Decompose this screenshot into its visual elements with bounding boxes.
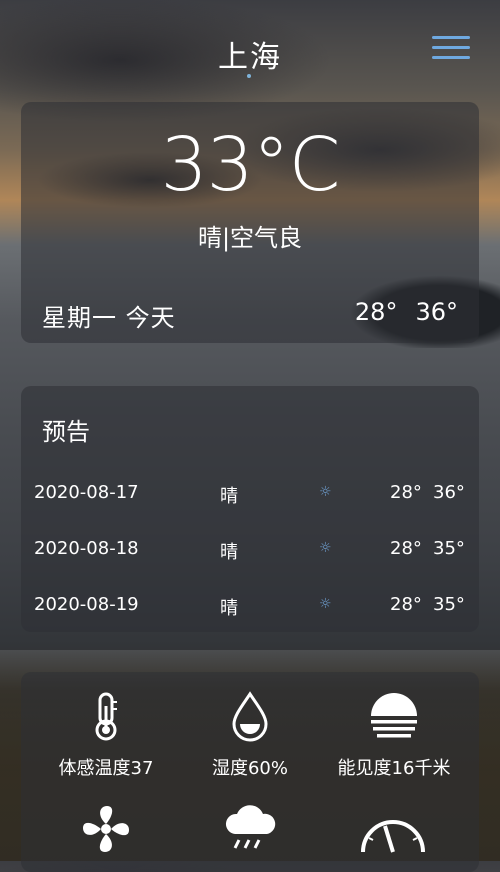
menu-icon: [432, 36, 470, 39]
forecast-weather: 晴: [220, 486, 238, 507]
low-temp: 28°: [354, 298, 398, 326]
high-temp: 36°: [415, 298, 458, 326]
gauge-icon: [361, 820, 425, 853]
forecast-date: 2020-08-18: [34, 538, 139, 559]
humidity-item: 湿度60%: [177, 690, 323, 780]
forecast-high: 36°: [433, 482, 465, 503]
sun-icon: ☼: [319, 540, 332, 556]
forecast-low: 28°: [390, 482, 422, 503]
feels-like-label: 体感温度37: [58, 758, 154, 779]
current-temperature: 33°C: [160, 122, 341, 208]
forecast-low: 28°: [390, 538, 422, 559]
fan-icon: [83, 806, 129, 852]
forecast-high: 35°: [433, 538, 465, 559]
thermometer-icon: [95, 692, 117, 741]
forecast-row[interactable]: 2020-08-19 晴 ☼ 28° 35°: [21, 594, 479, 624]
rain-cloud-icon: [225, 805, 276, 849]
water-drop-icon: [232, 691, 268, 742]
day-label: 星期一 今天: [42, 304, 176, 332]
forecast-weather: 晴: [220, 542, 238, 563]
temperature-range: 28° 36°: [337, 298, 458, 326]
sun-icon: ☼: [319, 484, 332, 500]
details-card: 体感温度37 湿度60% 能见度16千米: [21, 672, 479, 872]
forecast-date: 2020-08-19: [34, 594, 139, 615]
city-title: 上海: [218, 40, 282, 75]
visibility-label: 能见度16千米: [337, 758, 451, 779]
menu-button[interactable]: [432, 36, 470, 62]
forecast-date: 2020-08-17: [34, 482, 139, 503]
forecast-card: 预告 2020-08-17 晴 ☼ 28° 36° 2020-08-18 晴 ☼…: [21, 386, 479, 632]
forecast-high: 35°: [433, 594, 465, 615]
forecast-title: 预告: [42, 418, 90, 446]
fog-sun-icon: [371, 693, 417, 738]
forecast-row[interactable]: 2020-08-17 晴 ☼ 28° 36°: [21, 482, 479, 512]
forecast-low: 28°: [390, 594, 422, 615]
forecast-weather: 晴: [220, 598, 238, 619]
current-weather-card: 33°C 晴|空气良 星期一 今天 28° 36°: [21, 102, 479, 343]
current-condition: 晴|空气良: [197, 224, 303, 252]
visibility-item: 能见度16千米: [321, 690, 467, 780]
feels-like-item: 体感温度37: [33, 690, 179, 780]
humidity-label: 湿度60%: [211, 758, 288, 779]
sun-icon: ☼: [319, 596, 332, 612]
page-indicator-dot: [247, 74, 251, 78]
forecast-row[interactable]: 2020-08-18 晴 ☼ 28° 35°: [21, 538, 479, 568]
